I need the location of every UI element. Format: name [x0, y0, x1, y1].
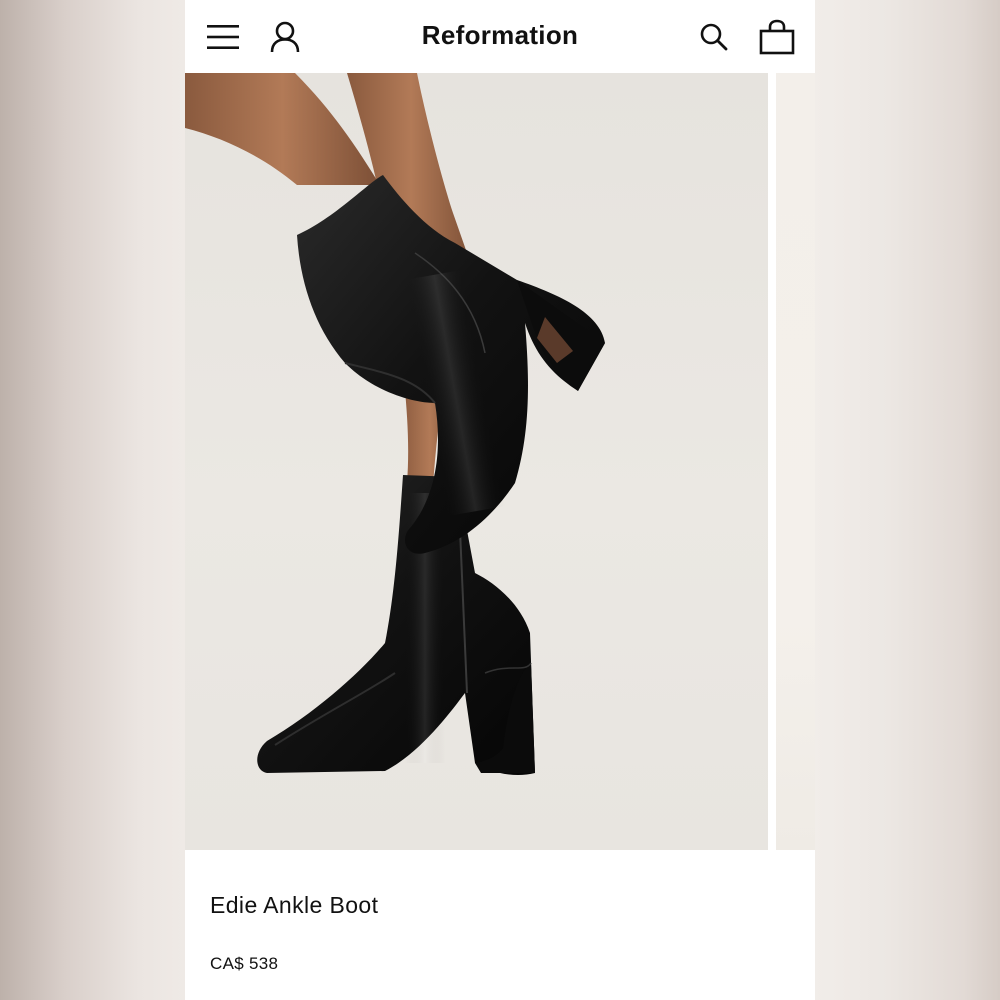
next-image-peek[interactable] [776, 73, 815, 850]
product-name[interactable]: Edie Ankle Boot [210, 892, 378, 919]
product-info: Edie Ankle Boot CA$ 538 [185, 850, 815, 1000]
search-icon [700, 23, 728, 51]
search-button[interactable] [695, 18, 733, 56]
boots-photo [185, 73, 605, 775]
bag-button[interactable] [758, 18, 796, 56]
blurred-background-right [815, 0, 1000, 1000]
shopping-bag-icon [759, 19, 795, 55]
blurred-background-left [0, 0, 185, 1000]
product-price: CA$ 538 [210, 954, 279, 973]
carousel-gap [768, 73, 776, 850]
product-image[interactable] [185, 73, 768, 850]
site-header: Reformation [185, 0, 815, 73]
mobile-screen: Reformation Edie Ankle Boot CA$ 538 [185, 0, 815, 1000]
